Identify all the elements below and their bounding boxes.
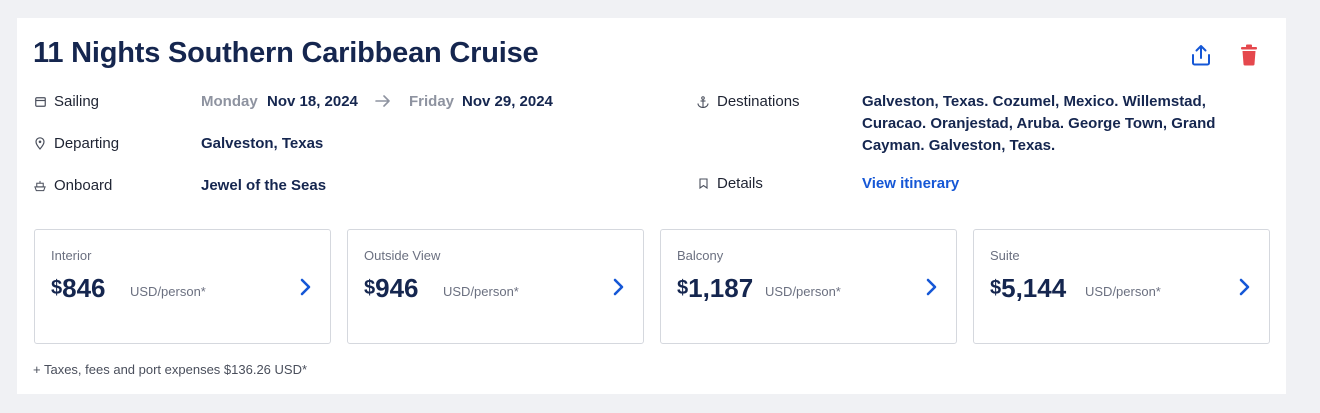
bookmark-icon <box>697 178 709 190</box>
departing-label-row: Departing <box>34 135 119 152</box>
destinations-value: Galveston, Texas. Cozumel, Mexico. Wille… <box>862 93 1216 154</box>
sailing-label: Sailing <box>54 93 100 110</box>
chevron-right-icon <box>1239 278 1250 296</box>
trash-icon <box>1241 44 1257 66</box>
arrow-right-icon <box>375 95 390 107</box>
cruise-card: 11 Nights Southern Caribbean Cruise Sail… <box>17 18 1286 394</box>
price-unit: USD/person* <box>765 284 841 299</box>
price-option-interior[interactable]: Interior $846 USD/person* <box>34 229 331 344</box>
sailing-label-row: Sailing <box>34 93 99 110</box>
details-label-row: Details <box>697 175 763 192</box>
onboard-label-row: Onboard <box>34 177 112 194</box>
price-amount: $846 <box>51 273 106 303</box>
sailing-end-date: Nov 29, 2024 <box>462 93 553 110</box>
share-icon <box>1192 45 1210 66</box>
price-option-outside-view[interactable]: Outside View $946 USD/person* <box>347 229 644 344</box>
delete-button[interactable] <box>1236 42 1262 68</box>
chevron-right-icon <box>300 278 311 296</box>
price-unit: USD/person* <box>130 284 206 299</box>
price-unit: USD/person* <box>443 284 519 299</box>
price-unit: USD/person* <box>1085 284 1161 299</box>
ship-icon <box>34 180 46 192</box>
price-category: Suite <box>990 248 1020 263</box>
price-option-balcony[interactable]: Balcony $1,187 USD/person* <box>660 229 957 344</box>
price-amount: $946 <box>364 273 419 303</box>
view-itinerary-link[interactable]: View itinerary <box>862 175 959 192</box>
anchor-icon <box>697 95 709 108</box>
location-pin-icon <box>34 137 46 150</box>
share-button[interactable] <box>1188 42 1214 68</box>
price-category: Interior <box>51 248 92 263</box>
price-option-suite[interactable]: Suite $5,144 USD/person* <box>973 229 1270 344</box>
sailing-start-date: Nov 18, 2024 <box>267 93 358 110</box>
price-amount: $5,144 <box>990 273 1067 303</box>
taxes-note: + Taxes, fees and port expenses $136.26 … <box>33 362 308 377</box>
price-amount: $1,187 <box>677 273 754 303</box>
onboard-value: Jewel of the Seas <box>201 177 327 194</box>
departing-label: Departing <box>54 135 120 152</box>
chevron-right-icon <box>613 278 624 296</box>
price-category: Balcony <box>677 248 724 263</box>
calendar-icon <box>34 96 46 108</box>
onboard-label: Onboard <box>54 177 113 194</box>
departing-value: Galveston, Texas <box>201 135 324 152</box>
cruise-title: 11 Nights Southern Caribbean Cruise <box>33 37 539 69</box>
destinations-label: Destinations <box>717 93 800 110</box>
chevron-right-icon <box>926 278 937 296</box>
destinations-label-row: Destinations <box>697 93 800 110</box>
details-label: Details <box>717 175 763 192</box>
price-category: Outside View <box>364 248 441 263</box>
sailing-start-day: Monday <box>201 93 258 110</box>
sailing-end-day: Friday <box>409 93 455 110</box>
